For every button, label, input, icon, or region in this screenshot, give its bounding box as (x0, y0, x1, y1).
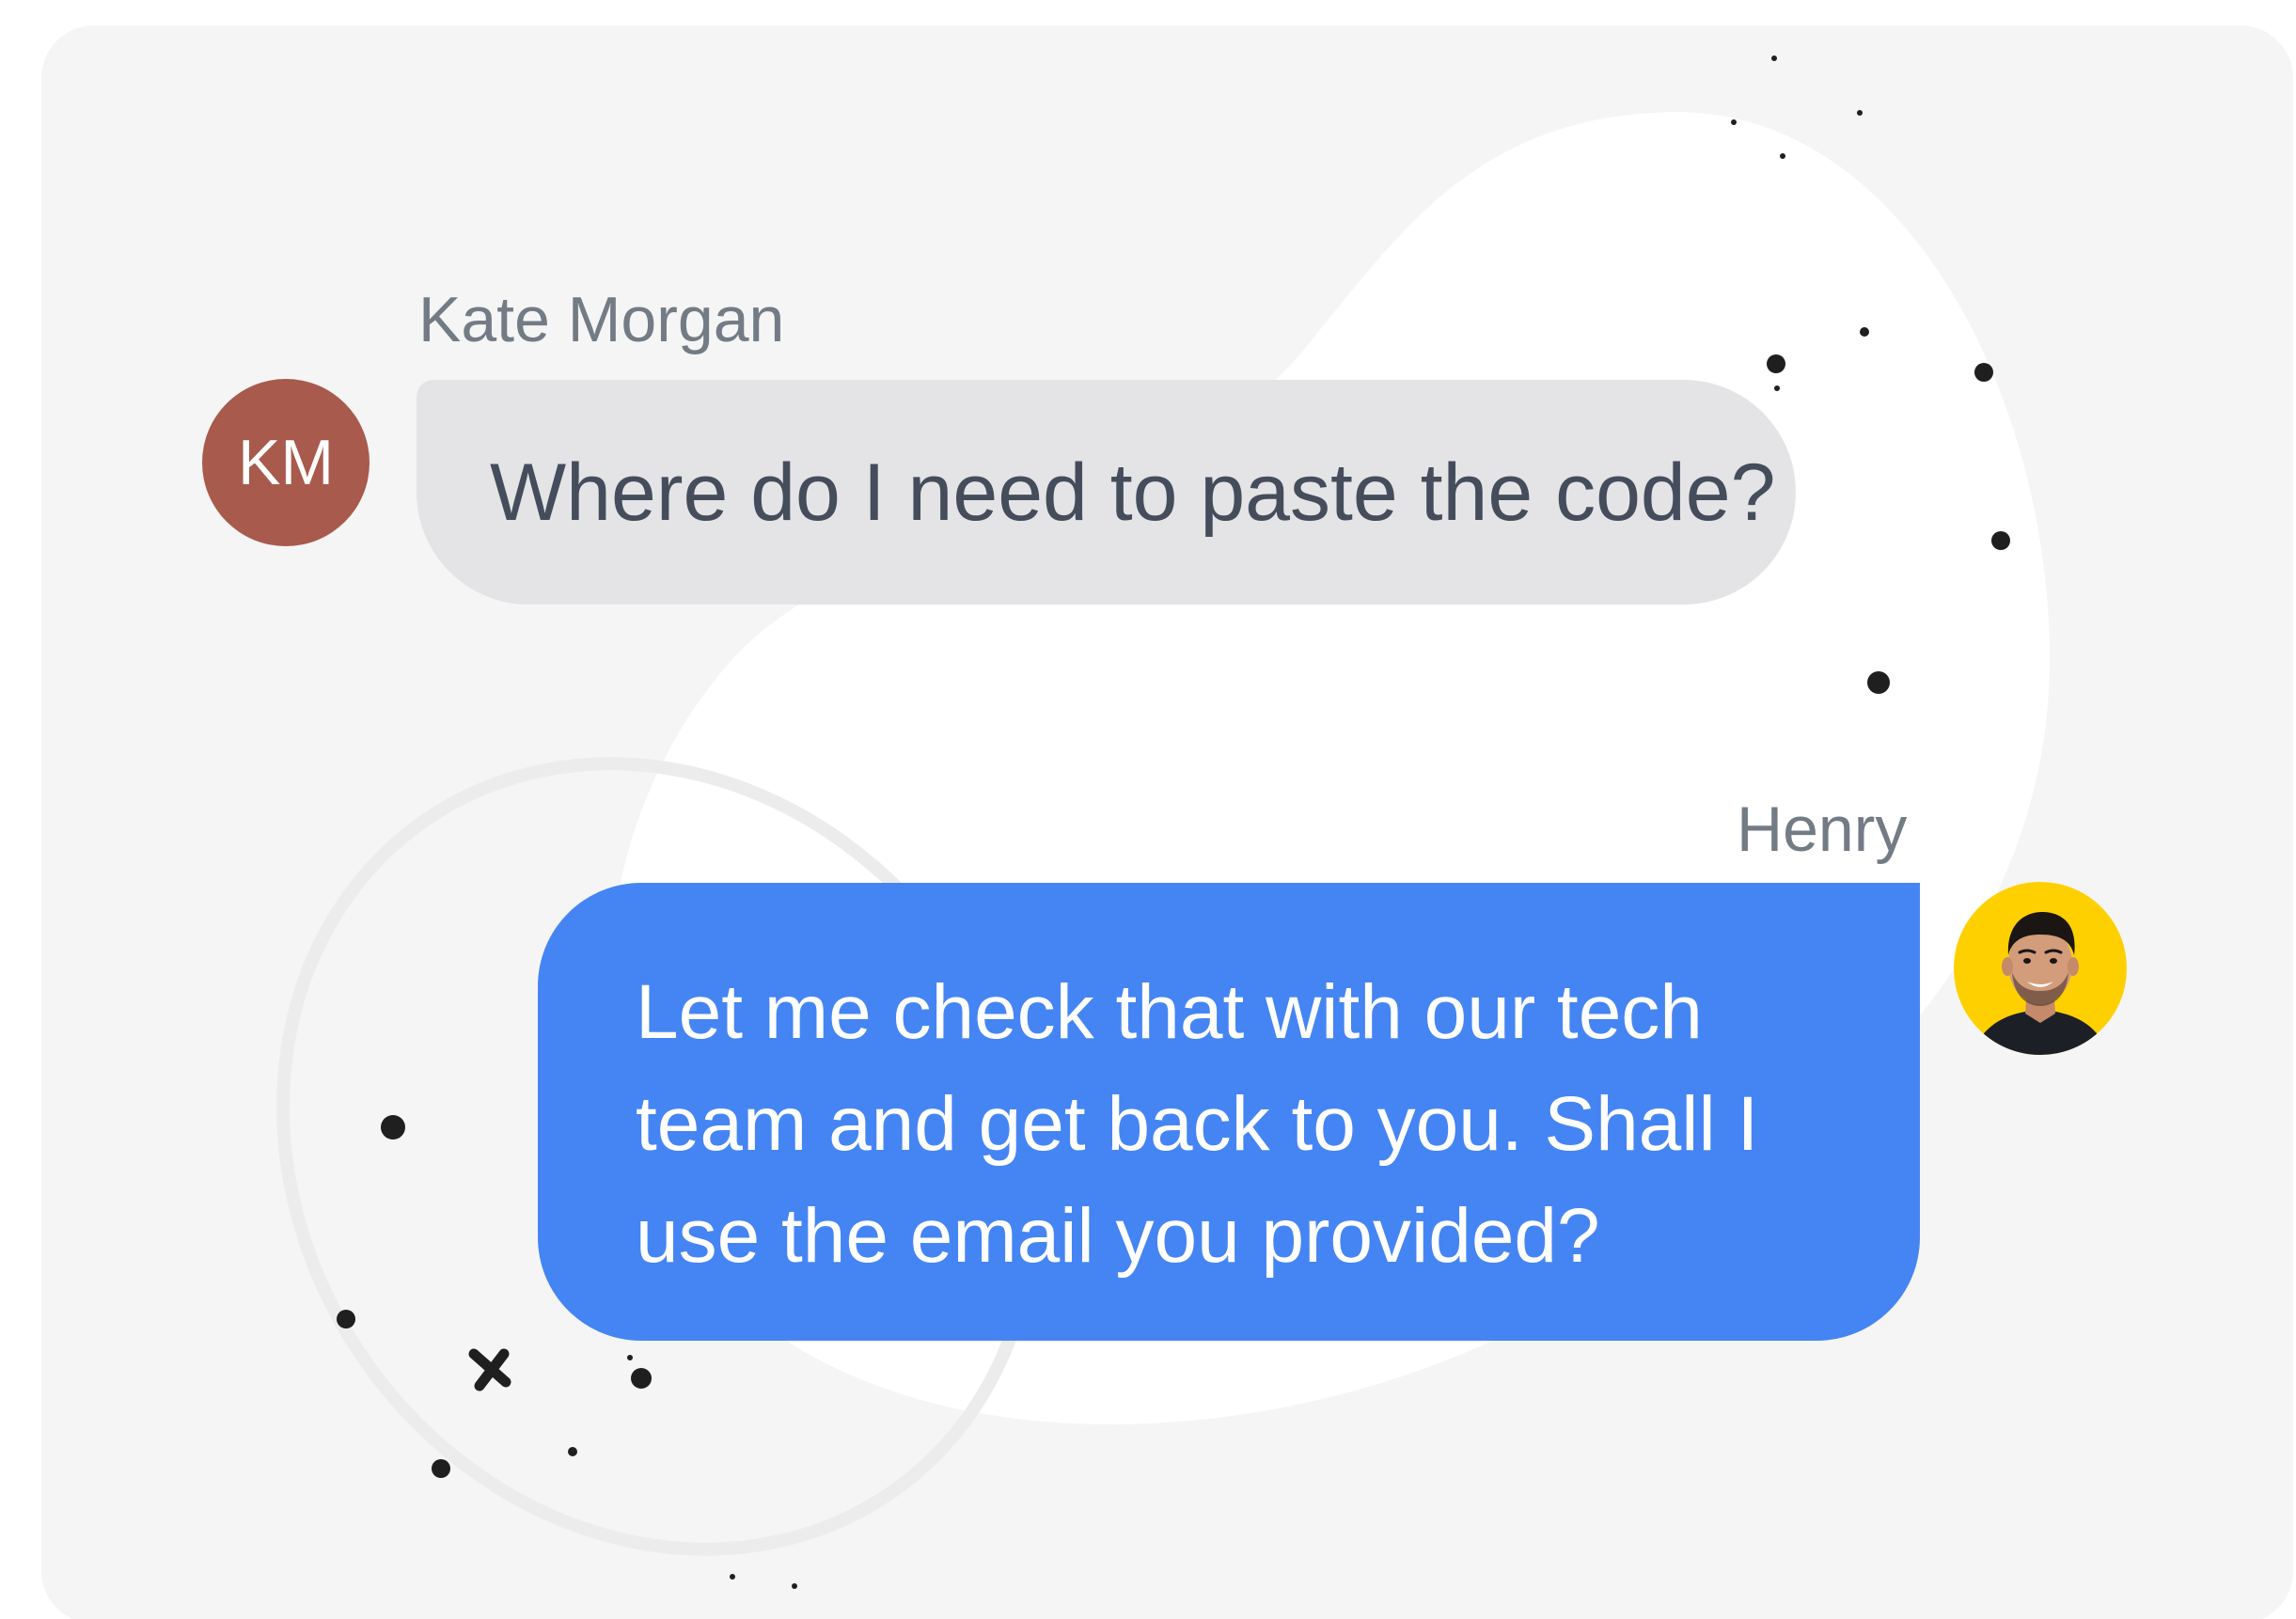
message-text-outgoing: Let me check that with our tech team and… (636, 969, 1759, 1279)
message-bubble-outgoing: Let me check that with our tech team and… (538, 883, 1920, 1341)
avatar-kate: KM (202, 379, 370, 546)
chat-illustration: Kate Morgan KM Where do I need to paste … (0, 0, 2296, 1619)
sender-name-henry: Henry (1737, 794, 1908, 865)
decorative-cross (468, 1348, 511, 1391)
message-text-incoming: Where do I need to paste the code? (490, 447, 1776, 538)
sender-name-kate: Kate Morgan (418, 284, 785, 355)
background-decoration (276, 55, 2050, 1589)
person-photo-avatar-icon (1954, 882, 2127, 1055)
message-bubble-incoming: Where do I need to paste the code? (417, 380, 1796, 605)
avatar-initials: KM (238, 427, 334, 498)
